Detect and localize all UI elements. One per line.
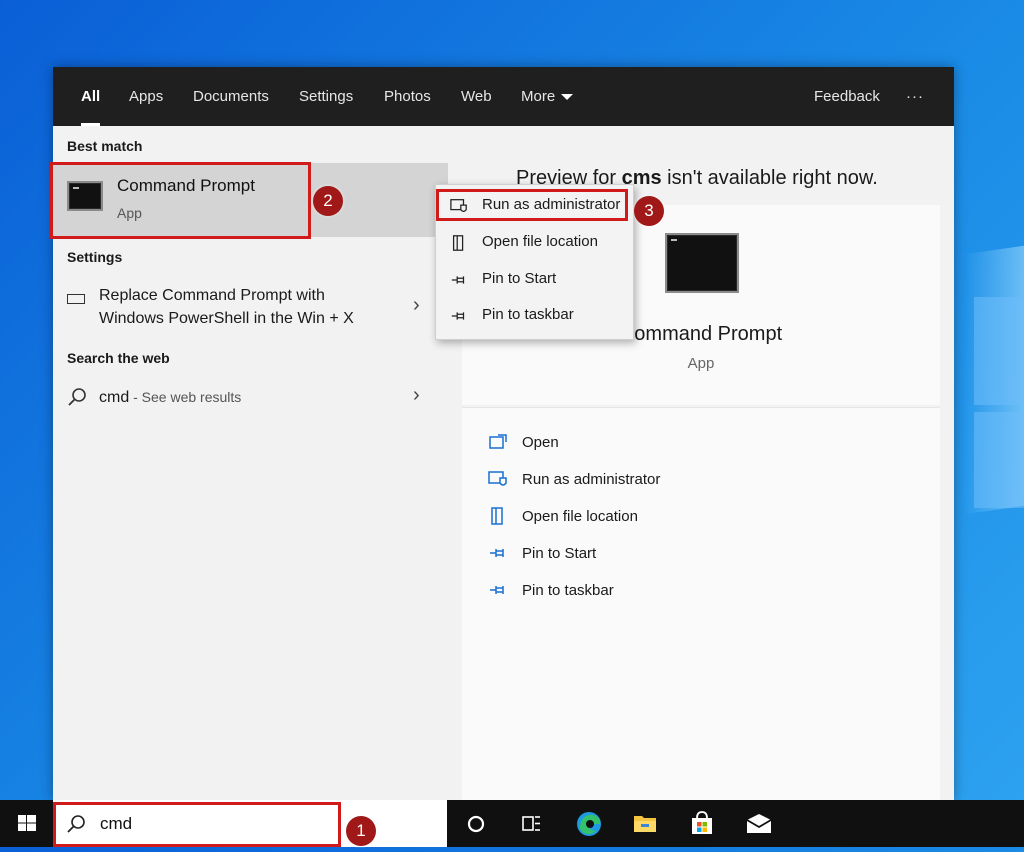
- callout-box-command-prompt: [50, 162, 311, 239]
- task-view-button[interactable]: [508, 800, 554, 847]
- start-button[interactable]: [4, 800, 50, 847]
- callout-badge-3: 3: [634, 196, 664, 226]
- desktop-logo-pane: [974, 412, 1024, 508]
- more-options-button[interactable]: ···: [906, 67, 924, 126]
- feedback-button[interactable]: Feedback: [814, 67, 880, 126]
- tab-documents[interactable]: Documents: [193, 67, 269, 126]
- action-label: Open: [522, 434, 559, 451]
- chevron-right-icon: ›: [413, 294, 420, 316]
- tab-apps[interactable]: Apps: [129, 67, 163, 126]
- action-label: Run as administrator: [522, 471, 661, 488]
- cortana-button[interactable]: [453, 800, 499, 847]
- run-as-admin-icon: [488, 471, 507, 486]
- tab-more[interactable]: More: [521, 67, 574, 126]
- settings-result-line2: Windows PowerShell in the Win + X: [99, 310, 354, 327]
- action-run-as-admin[interactable]: Run as administrator: [462, 464, 940, 498]
- context-label: Pin to Start: [482, 270, 557, 287]
- search-icon: [68, 388, 86, 406]
- mail-button[interactable]: [736, 800, 782, 847]
- monitor-icon: [67, 294, 85, 304]
- context-label: Open file location: [482, 233, 598, 250]
- file-explorer-button[interactable]: [622, 800, 668, 847]
- web-hint: - See web results: [129, 389, 242, 405]
- context-pin-to-taskbar[interactable]: Pin to taskbar: [436, 298, 633, 334]
- tab-settings[interactable]: Settings: [299, 67, 353, 126]
- context-open-file-location[interactable]: Open file location: [436, 225, 633, 261]
- mail-icon: [746, 814, 772, 833]
- search-filter-bar: All Apps Documents Settings Photos Web M…: [53, 67, 954, 126]
- section-best-match: Best match: [67, 138, 143, 154]
- action-open-file-location[interactable]: Open file location: [462, 501, 940, 535]
- callout-badge-2: 2: [313, 186, 343, 216]
- pin-icon: [490, 549, 504, 557]
- section-settings: Settings: [67, 249, 123, 265]
- context-pin-to-start[interactable]: Pin to Start: [436, 262, 633, 298]
- action-label: Open file location: [522, 508, 638, 525]
- tab-all[interactable]: All: [81, 67, 101, 126]
- settings-result-item[interactable]: Replace Command Prompt with Windows Powe…: [53, 284, 448, 338]
- windows-logo-icon: [18, 815, 36, 831]
- context-label: Pin to taskbar: [482, 306, 574, 323]
- tab-web[interactable]: Web: [461, 67, 492, 126]
- action-label: Pin to taskbar: [522, 582, 614, 599]
- folder-icon: [634, 816, 656, 832]
- command-prompt-large-icon: [665, 233, 739, 293]
- action-pin-to-taskbar[interactable]: Pin to taskbar: [462, 575, 940, 609]
- preview-message-post: isn't available right now.: [661, 167, 878, 189]
- preview-app-type: App: [687, 355, 715, 372]
- pin-icon: [451, 312, 465, 320]
- store-button[interactable]: [679, 800, 725, 847]
- desktop-logo-pane: [974, 297, 1024, 405]
- preview-actions: Open Run as administrator Open file loca…: [462, 408, 940, 800]
- web-result-item[interactable]: cmd - See web results ›: [53, 378, 448, 418]
- callout-badge-1: 1: [346, 816, 376, 846]
- task-view-icon: [522, 816, 540, 831]
- pin-icon: [490, 586, 504, 594]
- web-query: cmd: [99, 389, 130, 406]
- file-location-icon: [452, 235, 464, 251]
- chevron-right-icon: ›: [413, 384, 420, 406]
- action-open[interactable]: Open: [462, 427, 940, 461]
- action-label: Pin to Start: [522, 545, 597, 562]
- tab-more-label: More: [521, 88, 556, 105]
- callout-box-run-as-admin: [436, 189, 628, 221]
- chevron-down-icon: [561, 94, 574, 101]
- settings-result-line1: Replace Command Prompt with: [99, 287, 325, 304]
- store-icon: [692, 811, 712, 834]
- web-result-text: cmd - See web results: [99, 386, 241, 409]
- edge-button[interactable]: [566, 800, 612, 847]
- callout-box-search: [53, 802, 341, 847]
- file-location-icon: [491, 507, 503, 525]
- cortana-icon: [467, 815, 485, 833]
- open-icon: [489, 434, 507, 449]
- tab-photos[interactable]: Photos: [384, 67, 431, 126]
- edge-browser-icon: [577, 812, 601, 836]
- action-pin-to-start[interactable]: Pin to Start: [462, 538, 940, 572]
- pin-icon: [451, 276, 465, 284]
- section-search-web: Search the web: [67, 350, 170, 366]
